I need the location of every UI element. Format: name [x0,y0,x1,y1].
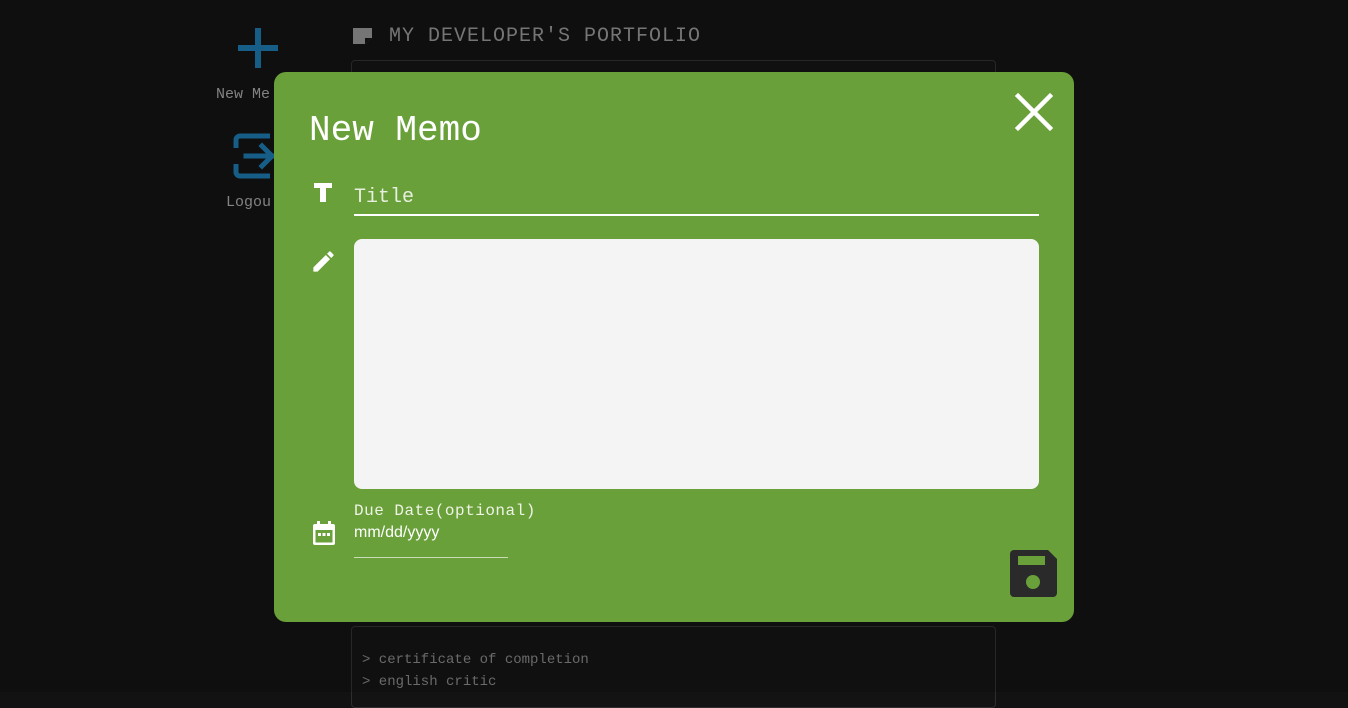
floppy-disk-icon [1010,550,1057,597]
due-date-label: Due Date(optional) [354,502,536,520]
title-input[interactable] [354,182,1039,216]
close-button[interactable] [1014,92,1054,132]
close-icon [1014,92,1054,132]
due-date-input[interactable]: mm/dd/yyyy [354,522,508,558]
memo-body-textarea[interactable] [354,239,1039,489]
pencil-icon [313,251,334,272]
new-memo-modal: New Memo Due Date(optional) mm/dd/yyyy [274,72,1074,622]
text-format-icon [314,183,332,202]
modal-title: New Memo [309,110,482,151]
save-button[interactable] [1010,550,1057,597]
calendar-icon [313,521,335,545]
